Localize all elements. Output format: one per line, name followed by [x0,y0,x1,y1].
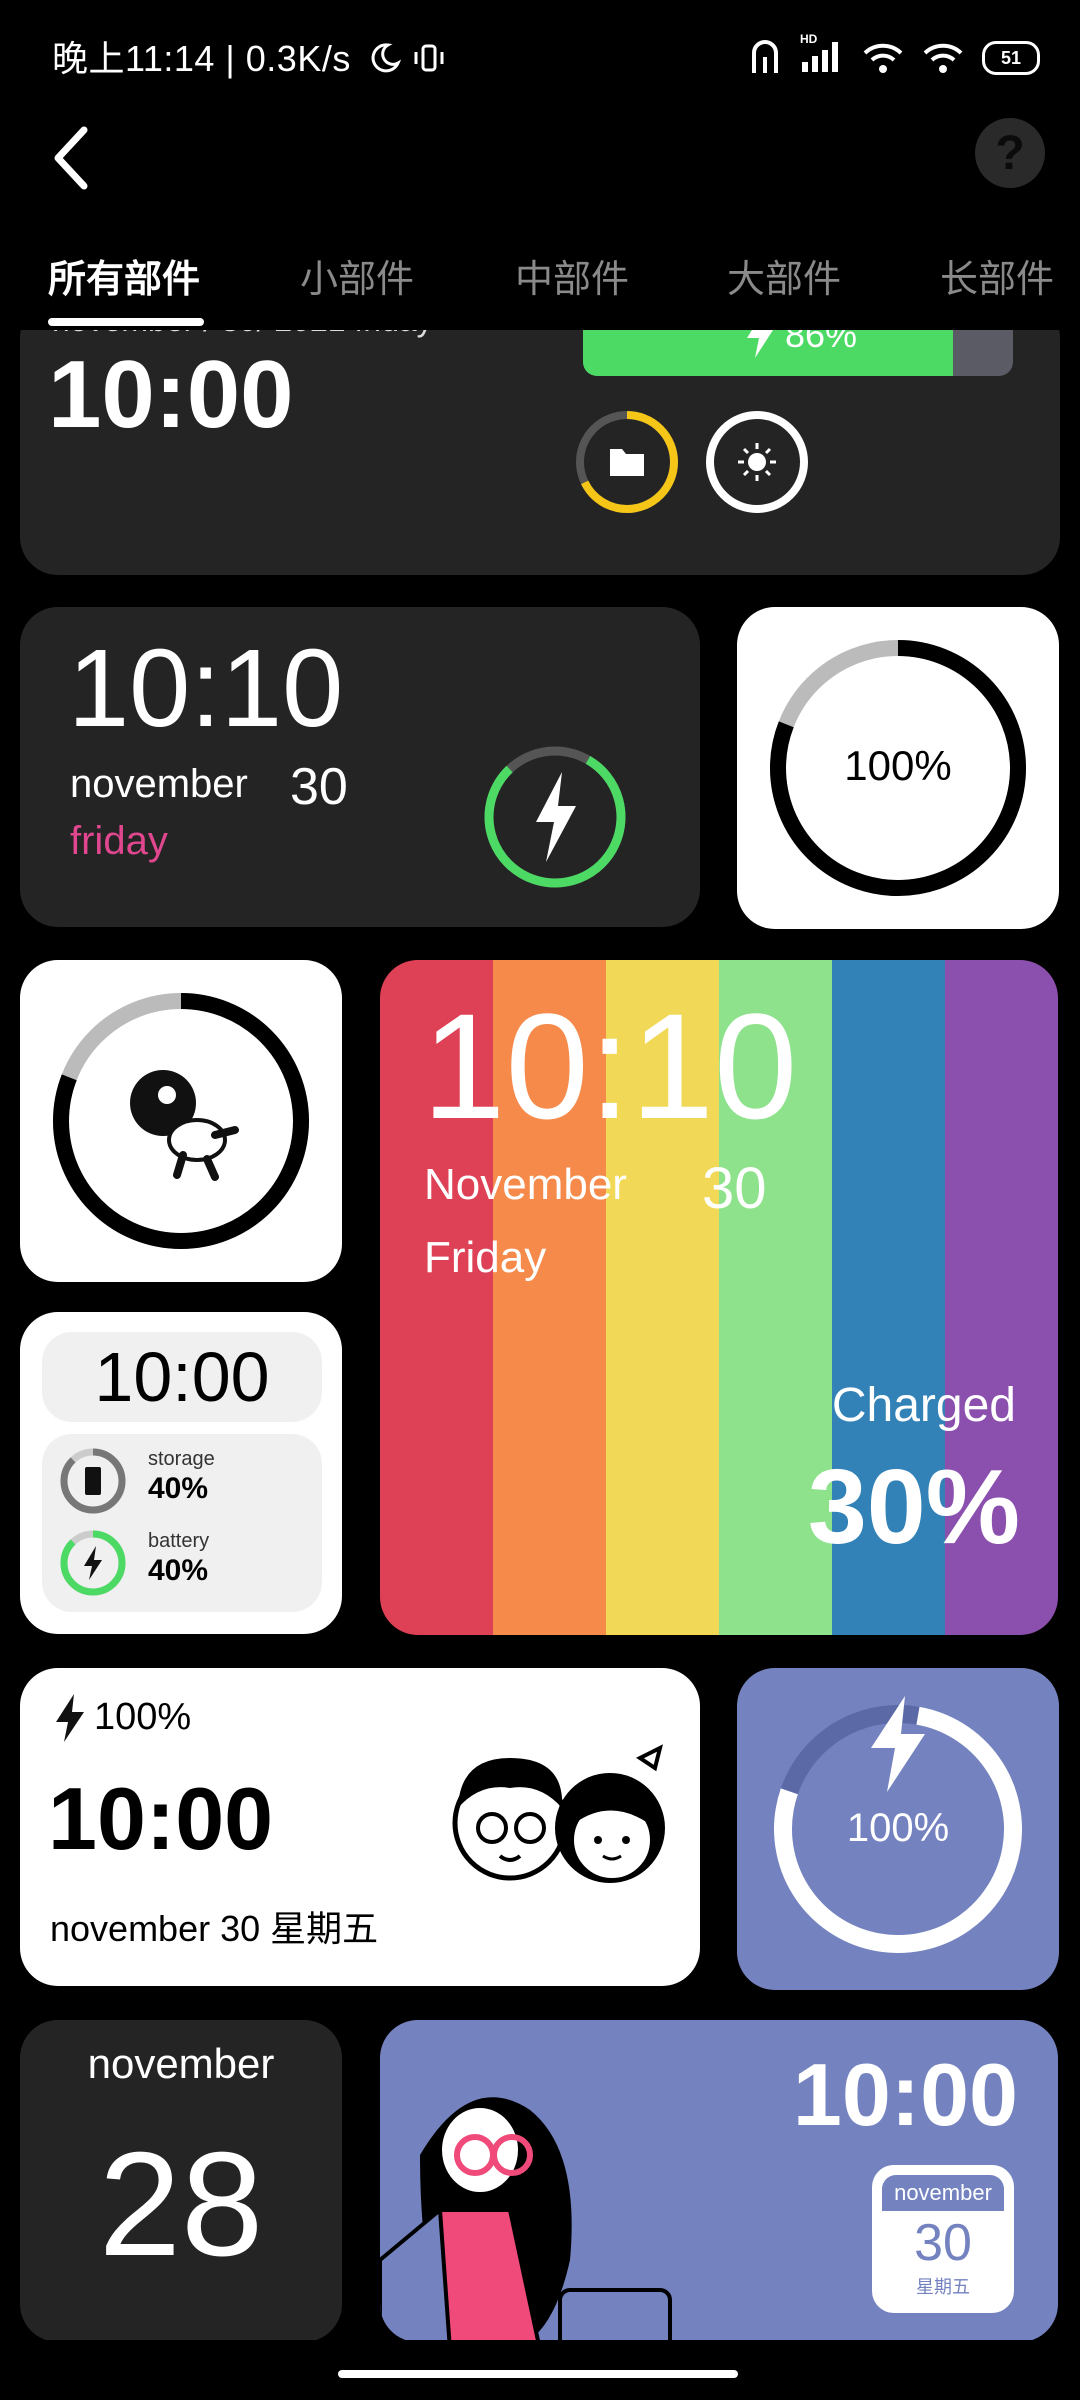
widget-date: november / 30/ 2021 friday [52,330,433,339]
status-time: 晚上11:14 | 0.3K/s [52,38,351,79]
vibrate-icon [414,44,444,72]
charged-label: Charged [831,1379,1016,1432]
lightning-icon [84,1546,102,1580]
wifi-icon-2 [923,43,963,73]
battery-value: 40% [148,1554,209,1587]
widget-day: 30 [702,1156,767,1221]
storage-label: storage [148,1448,215,1470]
widget-date: november 30 星期五 [50,1908,379,1949]
storage-ring [576,411,678,513]
signal-icon: HD [800,32,844,79]
widget-month: november [87,2040,275,2087]
battery-indicator: 51 [982,41,1040,75]
widget-blue-ring[interactable]: 100% [737,1668,1059,1990]
calendar-month: november [882,2175,1004,2211]
battery-label: battery [148,1530,210,1552]
widget-time: 10:00 [792,2045,1018,2144]
folder-icon [610,449,644,476]
tab-large-widgets[interactable]: 大部件 [727,248,841,303]
charging-ring [484,746,626,888]
charged-percent: 30% [807,1448,1020,1566]
widget-rainbow[interactable]: 10:10 November 30 Friday Charged 30% [380,960,1058,1635]
lightning-icon [56,1694,84,1742]
widget-day: 28 [98,2122,264,2287]
battery-bar: 86% [583,330,1013,376]
astronaut-icon [130,1070,239,1181]
lightning-icon [536,772,576,862]
status-icons-right: HD 51 [748,30,1040,86]
couple-illustration [452,1744,665,1883]
widget-weekday: Friday [424,1233,547,1282]
storage-ring [60,1448,126,1514]
back-button[interactable] [44,118,108,198]
widget-weekday: friday [70,819,168,863]
tab-active-indicator [48,318,204,326]
help-label: ? [995,126,1025,180]
battery-percent: 100% [94,1696,192,1738]
widget-time: 10:00 [48,341,294,448]
widget-girl-clock[interactable]: 10:00 november 30 星期五 [380,2020,1058,2340]
chevron-left-icon [54,126,88,190]
percent-label: 100% [846,1806,950,1850]
nfc-icon [752,40,778,73]
percent-label: 100% [844,742,952,789]
widget-day: 30 [290,758,348,816]
widget-couple-clock[interactable]: 100% 10:00 november 30 星期五 [20,1668,700,1986]
widget-time: 10:00 [42,1332,322,1422]
signal-label: HD [800,31,818,46]
widget-list[interactable]: november / 30/ 2021 friday 10:00 86% [0,330,1080,2340]
help-button[interactable]: ? [975,118,1045,188]
widget-time: 10:10 [422,982,798,1150]
status-icons-left [368,30,446,86]
widget-time: 10:10 [68,627,344,750]
tab-all-widgets[interactable]: 所有部件 [48,248,200,303]
widget-date-tile[interactable]: november 28 [20,2020,342,2340]
widget-astronaut[interactable] [20,960,342,1282]
tab-small-widgets[interactable]: 小部件 [300,248,414,303]
calendar-day: 30 [914,2214,972,2272]
wifi-icon-1 [863,43,903,73]
widget-month: November [424,1160,627,1209]
widget-storage-battery[interactable]: 10:00 storage 40% battery 40% [20,1312,342,1634]
battery-percent: 86% [785,330,858,355]
battery-ring [60,1530,126,1596]
storage-value: 40% [148,1472,209,1505]
tab-medium-widgets[interactable]: 中部件 [515,248,629,303]
moon-icon [371,43,402,73]
calendar-weekday: 星期五 [916,2277,970,2297]
sun-icon [748,453,766,471]
stats-panel: storage 40% battery 40% [42,1434,322,1612]
brightness-ring [706,411,808,513]
widget-clock-charging[interactable]: 10:10 november 30 friday [20,607,700,927]
calendar-badge: november 30 星期五 [872,2165,1014,2313]
widget-percent-ring[interactable]: 100% [737,607,1059,929]
tab-long-widgets[interactable]: 长部件 [940,248,1054,303]
phone-icon [85,1467,101,1495]
widget-month: november [70,762,248,806]
widget-time: 10:00 [48,1769,274,1868]
home-indicator[interactable] [338,2370,738,2378]
widget-battery-clock[interactable]: november / 30/ 2021 friday 10:00 86% [20,330,1060,575]
lightning-icon [747,330,773,358]
girl-illustration [380,2097,672,2340]
